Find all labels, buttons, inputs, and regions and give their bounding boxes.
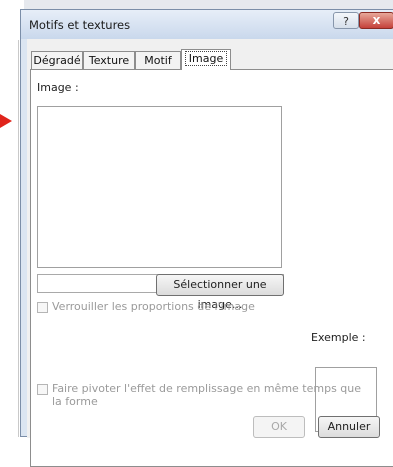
red-arrow-icon [0,114,12,128]
title-bar[interactable]: Motifs et textures ? x [21,10,393,39]
tab-label: Motif [144,54,172,67]
image-label: Image : [37,81,79,94]
tab-texture[interactable]: Texture [83,51,135,69]
tab-motif[interactable]: Motif [135,51,181,69]
rotate-fill-checkbox[interactable] [37,384,48,395]
tab-label: Texture [88,54,130,67]
dialog-title: Motifs et textures [29,18,131,32]
select-image-button[interactable]: Sélectionner une image... [156,274,284,311]
tab-label: Dégradé [33,54,81,67]
tab-label: Image [184,51,228,66]
ok-button[interactable]: OK [253,416,305,438]
help-button[interactable]: ? [333,12,359,29]
tab-image[interactable]: Image [181,49,231,70]
background-divider [18,40,19,437]
dialog-client-area: Dégradé Texture Motif Image Image : Séle… [27,39,393,467]
motifs-textures-dialog: Motifs et textures ? x Dégradé Texture M… [20,9,393,467]
image-preview-area [37,106,282,268]
cancel-button[interactable]: Annuler [318,416,380,438]
lock-ratio-checkbox[interactable] [37,302,48,313]
close-button[interactable]: x [359,12,393,29]
example-label: Exemple : [311,331,366,344]
tab-degrade[interactable]: Dégradé [31,51,83,69]
rotate-fill-label-line1: Faire pivoter l'effet de remplissage en … [52,382,362,395]
lock-ratio-label: Verrouiller les proportions de l'image [52,300,255,313]
rotate-fill-label-line2: la forme [52,395,98,408]
